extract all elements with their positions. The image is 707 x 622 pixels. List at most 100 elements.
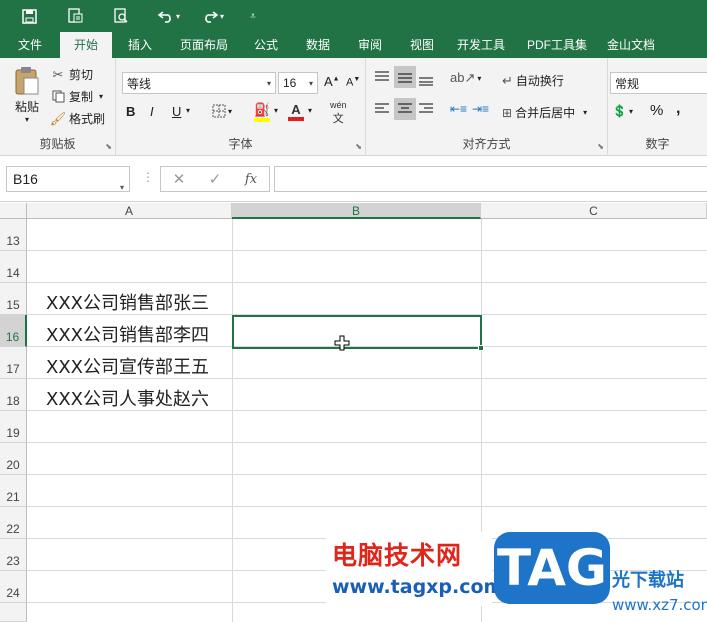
save-icon[interactable]: [18, 0, 40, 32]
cut-button[interactable]: ✂ 剪切: [50, 66, 93, 83]
chevron-down-icon[interactable]: ▾: [99, 92, 103, 101]
bold-button[interactable]: B: [126, 104, 135, 119]
fill-handle[interactable]: [478, 345, 484, 351]
dialog-launcher-icon[interactable]: ⬊: [355, 142, 362, 151]
tab-file[interactable]: 文件: [0, 32, 60, 58]
tab-developer[interactable]: 开发工具: [448, 32, 514, 58]
row-header-25[interactable]: [0, 603, 27, 622]
chevron-down-icon[interactable]: ▾: [308, 106, 312, 115]
row-header-22[interactable]: 22: [0, 507, 27, 539]
align-top-button[interactable]: [374, 70, 390, 84]
chevron-down-icon[interactable]: ▾: [25, 115, 29, 124]
merge-center-icon: ⊞: [502, 105, 513, 120]
tab-home[interactable]: 开始: [60, 32, 112, 58]
cell-a15[interactable]: XXX公司销售部张三: [46, 289, 209, 315]
borders-button[interactable]: ▾: [212, 104, 232, 118]
align-center-icon: [398, 103, 412, 113]
chevron-down-icon[interactable]: ▾: [176, 12, 180, 21]
column-header-a[interactable]: A: [27, 203, 232, 219]
row-header-14[interactable]: 14: [0, 251, 27, 283]
font-size-select[interactable]: 16 ▾: [278, 72, 318, 94]
font-color-button[interactable]: A: [288, 102, 304, 121]
customize-qat-icon[interactable]: ⩡: [246, 0, 260, 32]
accounting-format-button[interactable]: 💲 ▾: [612, 104, 633, 118]
cell-a16[interactable]: XXX公司销售部李四: [46, 321, 209, 347]
undo-icon[interactable]: ▾: [152, 0, 186, 32]
column-header-c[interactable]: C: [481, 203, 707, 219]
increase-font-size-button[interactable]: A▲: [324, 74, 340, 89]
copy-button[interactable]: 复制 ▾: [50, 88, 103, 105]
fill-color-button[interactable]: ⛽: [254, 102, 270, 122]
italic-button[interactable]: I: [150, 104, 154, 119]
tab-insert[interactable]: 插入: [112, 32, 168, 58]
chevron-down-icon[interactable]: ▾: [477, 74, 481, 83]
chevron-down-icon[interactable]: ▾: [309, 79, 313, 88]
column-header-b[interactable]: B: [232, 203, 481, 219]
chevron-down-icon[interactable]: ▾: [228, 107, 232, 116]
formula-input[interactable]: [274, 166, 707, 192]
redo-icon[interactable]: ▾: [196, 0, 230, 32]
chevron-down-icon[interactable]: ▾: [186, 106, 190, 115]
copy-label: 复制: [69, 90, 94, 104]
row-header-18[interactable]: 18: [0, 379, 27, 411]
clipboard-icon: [15, 67, 39, 95]
number-group: 常规 💲 ▾ % , 数字: [608, 58, 707, 156]
align-right-button[interactable]: [418, 102, 434, 116]
chevron-down-icon[interactable]: ▾: [220, 12, 224, 21]
cell-a18[interactable]: XXX公司人事处赵六: [46, 385, 209, 411]
wrap-text-button[interactable]: ↵ 自动换行: [502, 72, 564, 89]
name-box[interactable]: B16 ▾: [6, 166, 130, 192]
paste-button[interactable]: 粘贴 ▾: [10, 66, 44, 124]
chevron-down-icon[interactable]: ▾: [120, 176, 124, 200]
tab-kingsoft-docs[interactable]: 金山文档: [600, 32, 662, 58]
tab-formulas[interactable]: 公式: [240, 32, 292, 58]
align-left-button[interactable]: [374, 102, 390, 116]
phonetic-button[interactable]: wén 文: [330, 100, 347, 126]
align-middle-icon: [398, 73, 412, 83]
wrap-text-label: 自动换行: [515, 74, 564, 88]
row-header-15[interactable]: 15: [0, 283, 27, 315]
row-header-17[interactable]: 17: [0, 347, 27, 379]
chevron-down-icon[interactable]: ▾: [583, 108, 587, 117]
align-bottom-button[interactable]: [418, 72, 434, 86]
chevron-down-icon[interactable]: ▾: [274, 106, 278, 115]
cancel-icon[interactable]: ✕: [161, 170, 197, 188]
tab-pdf-tools[interactable]: PDF工具集: [514, 32, 600, 58]
print-preview-icon[interactable]: [64, 0, 86, 32]
dialog-launcher-icon[interactable]: ⬊: [597, 142, 604, 151]
increase-indent-button[interactable]: ⇥≡: [472, 102, 489, 116]
number-format-select[interactable]: 常规: [610, 72, 707, 94]
align-middle-button[interactable]: [394, 66, 416, 88]
format-painter-button[interactable]: 🖌 格式刷: [50, 110, 105, 127]
tab-page-layout[interactable]: 页面布局: [168, 32, 240, 58]
tab-review[interactable]: 审阅: [344, 32, 396, 58]
row-header-19[interactable]: 19: [0, 411, 27, 443]
row-header-21[interactable]: 21: [0, 475, 27, 507]
decrease-indent-button[interactable]: ⇤≡: [450, 102, 467, 116]
select-all-corner[interactable]: [0, 203, 27, 219]
chevron-down-icon[interactable]: ▾: [629, 107, 633, 116]
cell-a17[interactable]: XXX公司宣传部王五: [46, 353, 209, 379]
row-header-16[interactable]: 16: [0, 315, 27, 347]
row-header-23[interactable]: 23: [0, 539, 27, 571]
comma-button[interactable]: ,: [676, 100, 680, 118]
percent-button[interactable]: %: [650, 102, 663, 119]
tab-data[interactable]: 数据: [292, 32, 344, 58]
selected-cell-b16[interactable]: [232, 315, 484, 351]
enter-check-icon[interactable]: ✓: [197, 170, 233, 188]
decrease-font-size-button[interactable]: A▼: [346, 76, 360, 89]
chevron-down-icon[interactable]: ▾: [267, 79, 271, 88]
font-name-select[interactable]: 等线 ▾: [122, 72, 276, 94]
align-center-button[interactable]: [394, 98, 416, 120]
tab-view[interactable]: 视图: [396, 32, 448, 58]
more-options-icon[interactable]: ⋮: [142, 170, 154, 184]
insert-function-button[interactable]: fx: [233, 172, 269, 187]
row-header-24[interactable]: 24: [0, 571, 27, 603]
row-header-13[interactable]: 13: [0, 219, 27, 251]
merge-center-button[interactable]: ⊞ 合并后居中 ▾: [502, 104, 587, 121]
dialog-launcher-icon[interactable]: ⬊: [105, 142, 112, 151]
orientation-button[interactable]: ab↗ ▾: [450, 70, 481, 86]
zoom-preview-icon[interactable]: [110, 0, 132, 32]
row-header-20[interactable]: 20: [0, 443, 27, 475]
underline-button[interactable]: U: [172, 104, 181, 119]
